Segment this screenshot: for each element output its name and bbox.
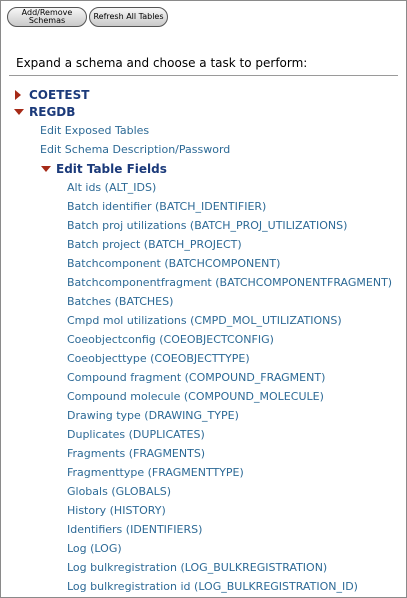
table-link[interactable]: Batchcomponentfragment (BATCHCOMPONENTFR… <box>67 275 392 294</box>
table-link[interactable]: Identifiers (IDENTIFIERS) <box>67 522 392 541</box>
edit-table-fields-toggle[interactable]: Edit Table Fields <box>41 162 167 176</box>
triangle-right-icon[interactable] <box>15 90 21 100</box>
table-link[interactable]: Compound fragment (COMPOUND_FRAGMENT) <box>67 370 392 389</box>
schema-manager-panel: Add/Remove Schemas Refresh All Tables Ex… <box>0 0 407 598</box>
table-link[interactable]: Coeobjecttype (COEOBJECTTYPE) <box>67 351 392 370</box>
table-link[interactable]: Duplicates (DUPLICATES) <box>67 427 392 446</box>
add-remove-schemas-label-line2: Schemas <box>28 16 66 25</box>
table-link[interactable]: Fragmenttype (FRAGMENTTYPE) <box>67 465 392 484</box>
table-link[interactable]: Cmpd mol utilizations (CMPD_MOL_UTILIZAT… <box>67 313 392 332</box>
edit-exposed-tables-link[interactable]: Edit Exposed Tables <box>40 124 149 137</box>
table-link[interactable]: Log (LOG) <box>67 541 392 560</box>
table-link[interactable]: Log bulkregistration (LOG_BULKREGISTRATI… <box>67 560 392 579</box>
edit-table-fields-label[interactable]: Edit Table Fields <box>56 162 167 176</box>
table-link[interactable]: History (HISTORY) <box>67 503 392 522</box>
schema-coetest-label[interactable]: COETEST <box>29 88 89 102</box>
triangle-down-icon[interactable] <box>14 109 24 115</box>
table-list: Alt ids (ALT_IDS) Batch identifier (BATC… <box>67 180 392 597</box>
table-link[interactable]: Coeobjectconfig (COEOBJECTCONFIG) <box>67 332 392 351</box>
divider <box>9 75 398 76</box>
table-link[interactable]: Alt ids (ALT_IDS) <box>67 180 392 199</box>
triangle-down-icon[interactable] <box>41 166 51 172</box>
refresh-all-tables-button[interactable]: Refresh All Tables <box>89 7 168 27</box>
table-link[interactable]: Batch proj utilizations (BATCH_PROJ_UTIL… <box>67 218 392 237</box>
table-link[interactable]: Batch identifier (BATCH_IDENTIFIER) <box>67 199 392 218</box>
table-link[interactable]: Batches (BATCHES) <box>67 294 392 313</box>
schema-regdb-label[interactable]: REGDB <box>29 105 75 119</box>
schema-regdb[interactable]: REGDB <box>14 105 75 119</box>
schema-coetest[interactable]: COETEST <box>14 88 89 102</box>
instructions-text: Expand a schema and choose a task to per… <box>16 56 308 70</box>
table-link[interactable]: Fragments (FRAGMENTS) <box>67 446 392 465</box>
table-link[interactable]: Batch project (BATCH_PROJECT) <box>67 237 392 256</box>
table-link[interactable]: Globals (GLOBALS) <box>67 484 392 503</box>
table-link[interactable]: Log bulkregistration id (LOG_BULKREGISTR… <box>67 579 392 597</box>
table-link[interactable]: Drawing type (DRAWING_TYPE) <box>67 408 392 427</box>
table-link[interactable]: Batchcomponent (BATCHCOMPONENT) <box>67 256 392 275</box>
edit-schema-description-link[interactable]: Edit Schema Description/Password <box>40 143 230 156</box>
add-remove-schemas-button[interactable]: Add/Remove Schemas <box>7 7 87 27</box>
table-link[interactable]: Compound molecule (COMPOUND_MOLECULE) <box>67 389 392 408</box>
